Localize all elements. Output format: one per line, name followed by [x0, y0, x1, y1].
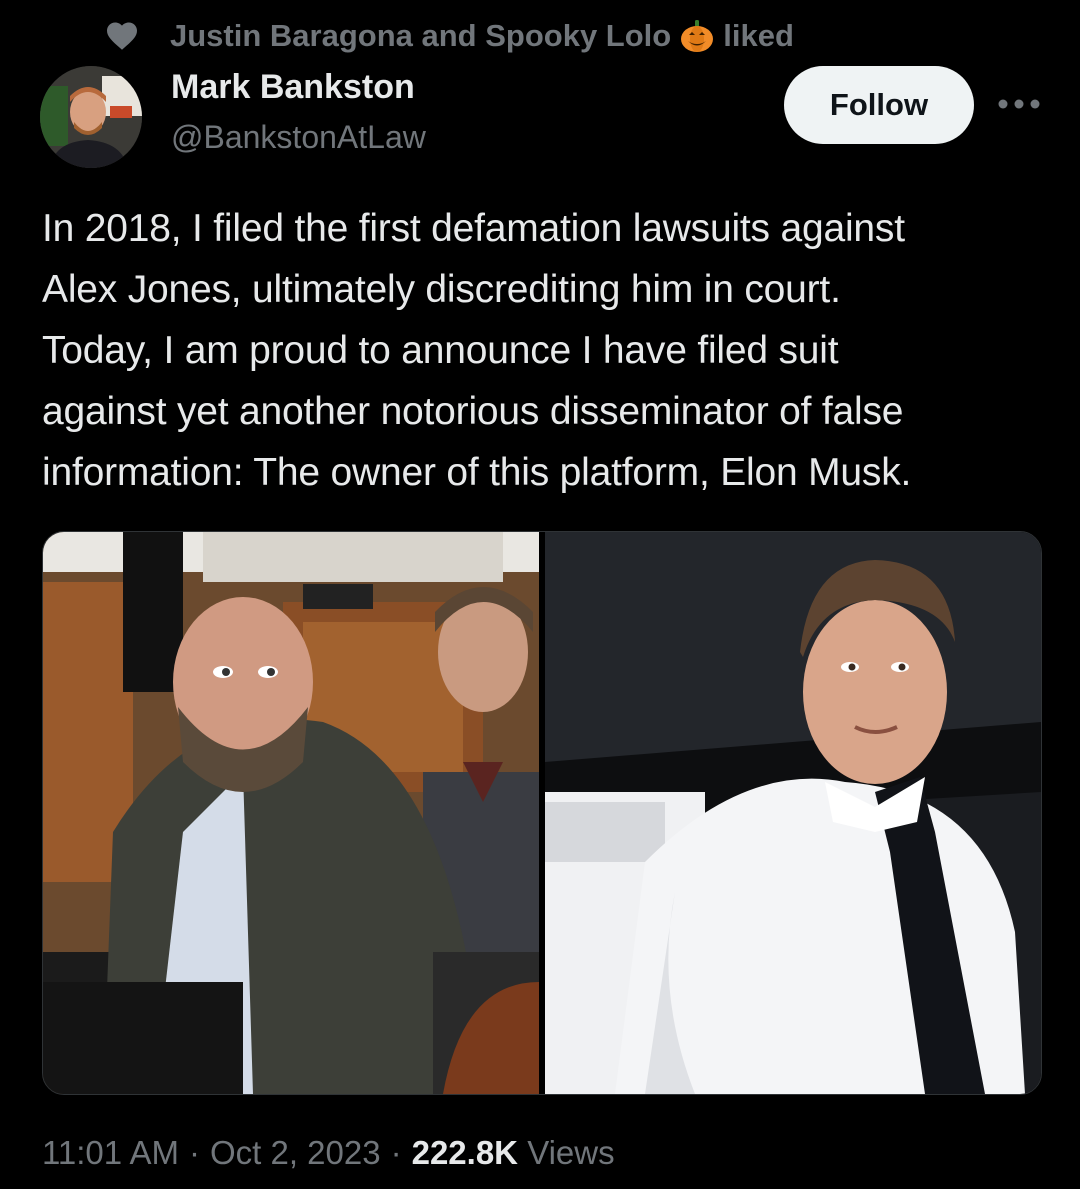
social-context-names: Justin Baragona and Spooky Lolo [170, 18, 672, 53]
photo-elon-musk[interactable] [545, 532, 1041, 1094]
views-count: 222.8K [411, 1134, 519, 1171]
media-grid[interactable] [42, 531, 1042, 1095]
meta-separator: · [390, 1134, 402, 1171]
more-icon[interactable] [997, 86, 1041, 122]
pumpkin-icon [679, 18, 715, 54]
author-display-name[interactable]: Mark Bankston [171, 68, 415, 107]
meta-separator: · [188, 1134, 200, 1171]
avatar[interactable] [40, 66, 142, 168]
tweet-time[interactable]: 11:01 AM [42, 1134, 179, 1172]
heart-icon [104, 18, 140, 54]
tweet-meta: 11:01 AM · Oct 2, 2023 · 222.8K Views [42, 1134, 615, 1172]
social-context-suffix: liked [723, 18, 794, 53]
social-context[interactable]: Justin Baragona and Spooky Lolo liked [104, 14, 794, 58]
follow-button[interactable]: Follow [784, 66, 974, 144]
views-label: Views [527, 1134, 615, 1171]
tweet-text: In 2018, I filed the first defamation la… [42, 207, 912, 494]
author-handle[interactable]: @BankstonAtLaw [171, 119, 426, 156]
photo-alex-jones[interactable] [43, 532, 539, 1094]
tweet-date[interactable]: Oct 2, 2023 [210, 1134, 381, 1172]
